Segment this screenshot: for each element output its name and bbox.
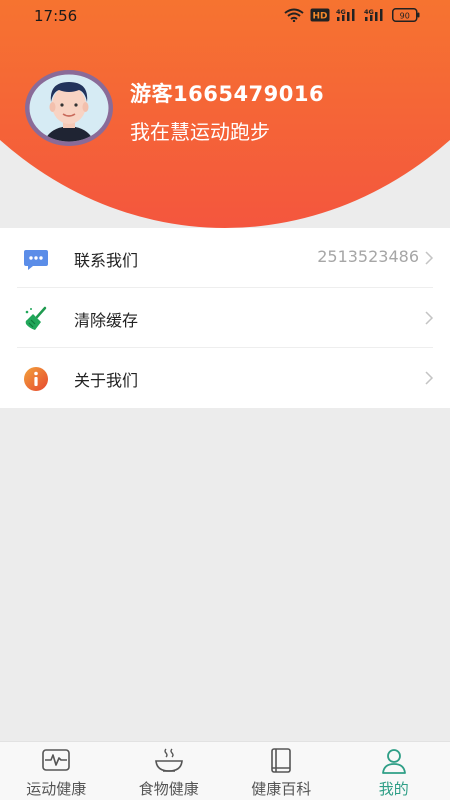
bowl-icon [154, 748, 183, 772]
menu-item-contact-us[interactable]: 联系我们 2513523486 [0, 228, 450, 288]
menu-item-label: 联系我们 [74, 251, 139, 270]
avatar-image [25, 70, 113, 146]
tab-label: 我的 [378, 780, 409, 798]
settings-menu: 联系我们 2513523486 清除缓存 关于我们 [0, 228, 450, 408]
status-bar: 17:56 HD 4G 4G 90 [0, 0, 450, 34]
battery-icon: 90 [392, 8, 420, 22]
tab-label: 健康百科 [251, 780, 312, 798]
battery-level: 90 [400, 12, 410, 21]
profile-subtitle: 我在慧运动跑步 [130, 120, 270, 144]
tab-mine[interactable]: 我的 [338, 742, 450, 800]
avatar[interactable] [23, 68, 115, 148]
chevron-right-icon [425, 251, 434, 265]
broom-icon [25, 306, 47, 330]
status-time: 17:56 [34, 7, 78, 25]
profile-header: 17:56 HD 4G 4G 90 游客1665479016 我在慧运动跑步 [0, 0, 450, 232]
menu-item-clear-cache[interactable]: 清除缓存 [0, 288, 450, 348]
tab-sport-health[interactable]: 运动健康 [0, 742, 113, 800]
info-icon [24, 367, 48, 391]
username: 游客1665479016 [130, 82, 325, 106]
person-icon [381, 749, 406, 774]
book-icon [271, 748, 292, 773]
tab-label: 食物健康 [138, 780, 199, 798]
heartbeat-monitor-icon [42, 749, 71, 771]
chevron-right-icon [425, 311, 434, 325]
tab-health-encyclopedia[interactable]: 健康百科 [225, 742, 338, 800]
wifi-icon [284, 8, 304, 22]
signal-4g-icon: 4G [336, 8, 355, 21]
hd-icon: HD [310, 8, 330, 22]
menu-item-label: 清除缓存 [74, 311, 139, 330]
menu-item-label: 关于我们 [74, 371, 139, 390]
tab-label: 运动健康 [26, 780, 87, 798]
message-bubble-icon [24, 250, 48, 270]
bottom-tab-bar: 运动健康 食物健康 健康百科 我的 [0, 741, 450, 800]
tab-food-health[interactable]: 食物健康 [113, 742, 226, 800]
chevron-right-icon [425, 371, 434, 385]
signal-4g-icon-2: 4G [364, 8, 383, 21]
status-icons: HD 4G 4G 90 [284, 8, 420, 22]
hd-label: HD [312, 12, 327, 22]
signal-4g-label-2: 4G [364, 8, 374, 16]
signal-4g-label: 4G [336, 8, 346, 16]
contact-number: 2513523486 [317, 247, 419, 266]
menu-item-about-us[interactable]: 关于我们 [0, 348, 450, 408]
